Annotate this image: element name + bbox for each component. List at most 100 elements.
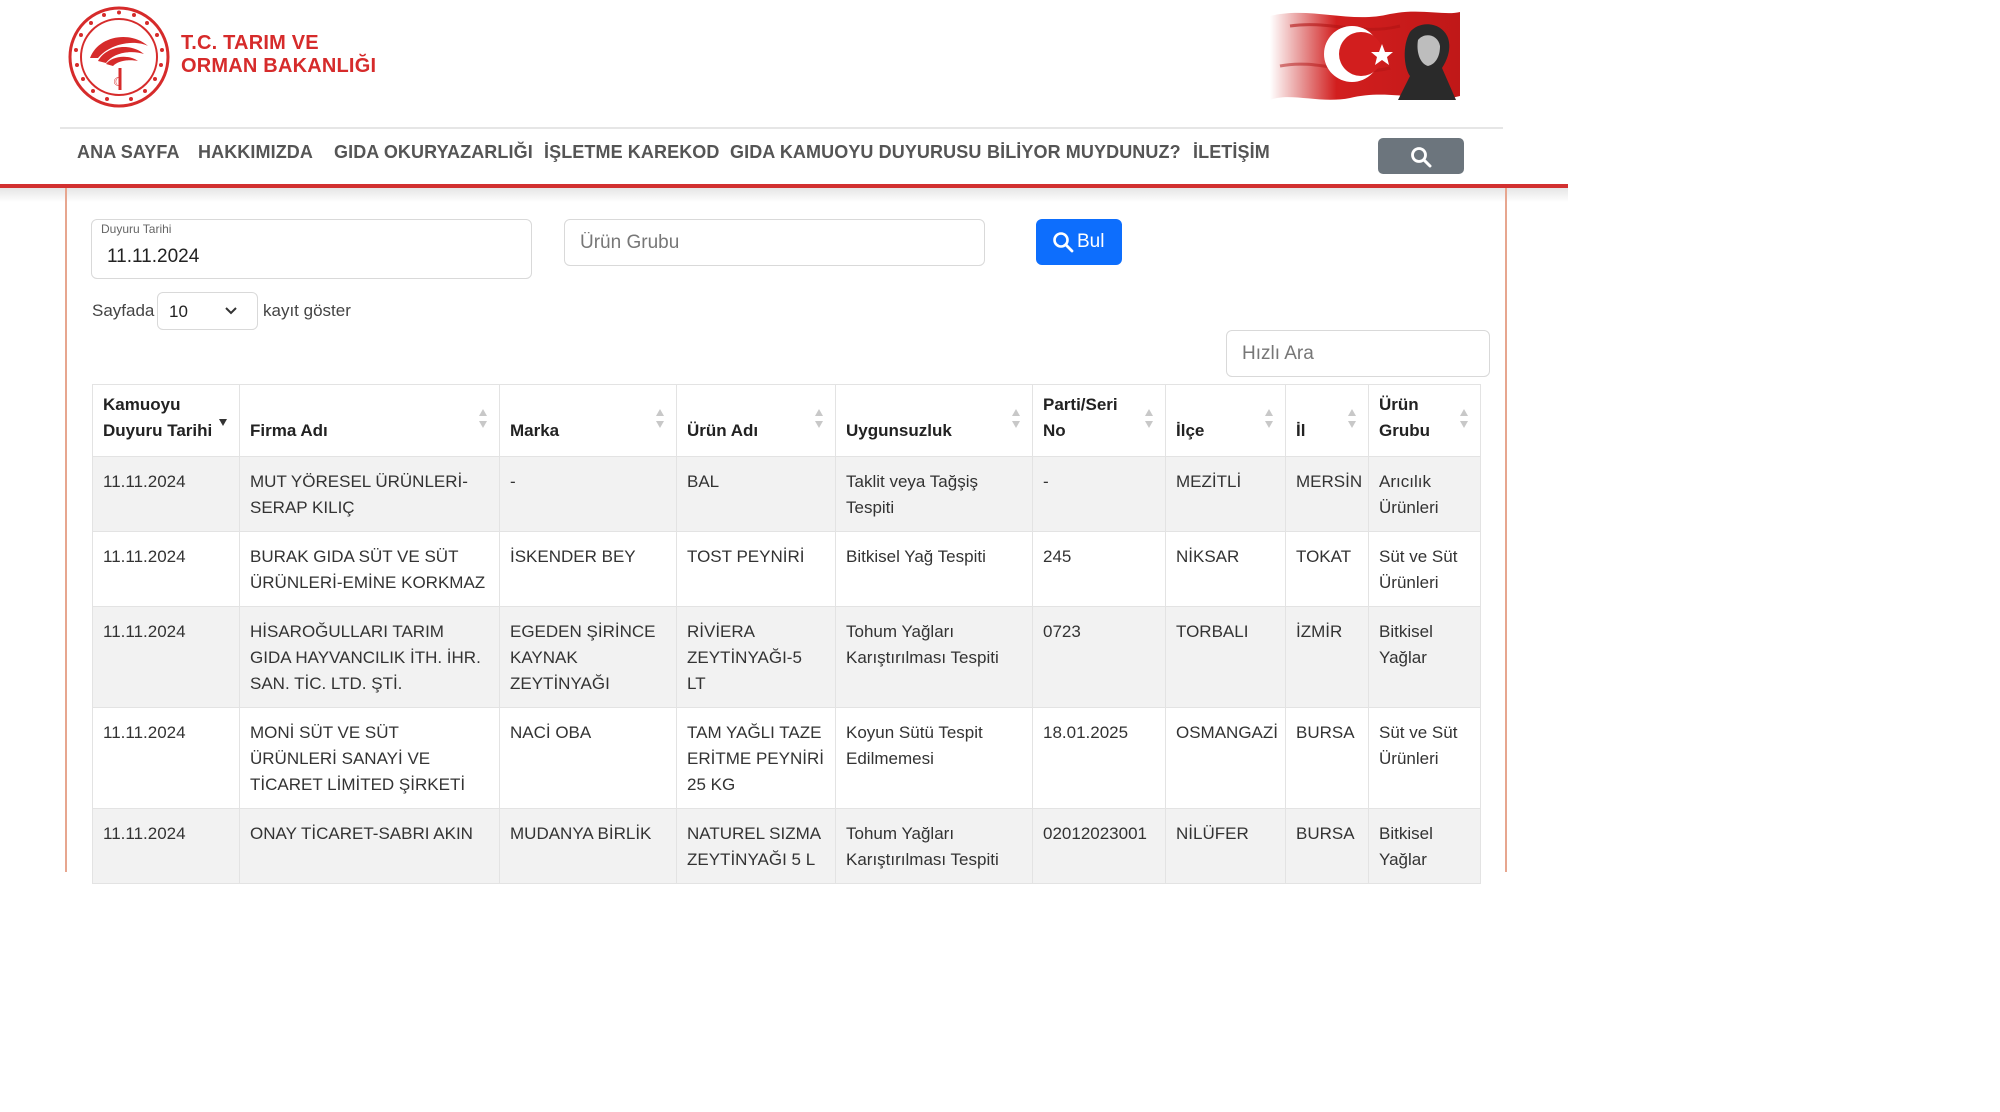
content-border-left bbox=[65, 188, 67, 872]
column-header-nonconformity[interactable]: Uygunsuzluk bbox=[835, 384, 1033, 457]
column-header-label: İlçe bbox=[1176, 421, 1205, 440]
find-button-label: Bul bbox=[1077, 231, 1105, 252]
ministry-name-line2: ORMAN BAKANLIĞI bbox=[181, 55, 377, 77]
cell-product-group: Süt ve Süt Ürünleri bbox=[1368, 531, 1481, 607]
nav-item-contact[interactable]: İLETİŞİM bbox=[1193, 142, 1270, 163]
table-header-row: Kamuoyu Duyuru Tarihi Firma Adı Marka Ür… bbox=[92, 384, 1481, 457]
column-header-label: Ürün Adı bbox=[687, 421, 759, 440]
cell-product: TOST PEYNİRİ bbox=[676, 531, 836, 607]
cell-batch-no: 0723 bbox=[1032, 606, 1166, 708]
cell-brand: NACİ OBA bbox=[499, 707, 677, 809]
table-row[interactable]: 11.11.2024 ONAY TİCARET-SABRI AKIN MUDAN… bbox=[92, 808, 1481, 884]
table-row[interactable]: 11.11.2024 MUT YÖRESEL ÜRÜNLERİ-SERAP KI… bbox=[92, 456, 1481, 532]
cell-brand: EGEDEN ŞİRİNCE KAYNAK ZEYTİNYAĞI bbox=[499, 606, 677, 708]
page-length-suffix: kayıt göster bbox=[263, 301, 351, 320]
table-row[interactable]: 11.11.2024 HİSAROĞULLARI TARIM GIDA HAYV… bbox=[92, 606, 1481, 708]
cell-company: ONAY TİCARET-SABRI AKIN bbox=[239, 808, 500, 884]
page-length-prefix: Sayfada bbox=[92, 301, 155, 320]
cell-district: NİKSAR bbox=[1165, 531, 1286, 607]
cell-nonconformity: Taklit veya Tağşiş Tespiti bbox=[835, 456, 1033, 532]
announcement-date-field[interactable]: Duyuru Tarihi 11.11.2024 bbox=[91, 219, 532, 279]
cell-product: NATUREL SIZMA ZEYTİNYAĞI 5 L bbox=[676, 808, 836, 884]
cell-nonconformity: Tohum Yağları Karıştırılması Tespiti bbox=[835, 808, 1033, 884]
column-header-batch-no[interactable]: Parti/Seri No bbox=[1032, 384, 1166, 457]
column-header-date[interactable]: Kamuoyu Duyuru Tarihi bbox=[92, 384, 240, 457]
ministry-logo[interactable]: ☾ bbox=[68, 6, 170, 108]
cell-province: BURSA bbox=[1285, 808, 1369, 884]
cell-province: İZMİR bbox=[1285, 606, 1369, 708]
column-header-district[interactable]: İlçe bbox=[1165, 384, 1286, 457]
sort-icon bbox=[479, 409, 489, 431]
cell-nonconformity: Koyun Sütü Tespit Edilmemesi bbox=[835, 707, 1033, 809]
cell-province: MERSİN bbox=[1285, 456, 1369, 532]
cell-company: MUT YÖRESEL ÜRÜNLERİ-SERAP KILIÇ bbox=[239, 456, 500, 532]
cell-batch-no: 245 bbox=[1032, 531, 1166, 607]
cell-date: 11.11.2024 bbox=[92, 707, 240, 809]
quick-search-input[interactable] bbox=[1226, 330, 1490, 377]
nav-item-did-you-know[interactable]: BİLİYOR MUYDUNUZ? bbox=[987, 142, 1181, 163]
cell-brand: MUDANYA BİRLİK bbox=[499, 808, 677, 884]
cell-batch-no: - bbox=[1032, 456, 1166, 532]
nav-item-business-qr[interactable]: İŞLETME KAREKOD bbox=[544, 142, 720, 163]
column-header-label: Kamuoyu Duyuru Tarihi bbox=[103, 395, 213, 440]
table-row[interactable]: 11.11.2024 BURAK GIDA SÜT VE SÜT ÜRÜNLER… bbox=[92, 531, 1481, 607]
ataturk-flag-banner bbox=[1270, 11, 1460, 101]
nav-item-about[interactable]: HAKKIMIZDA bbox=[198, 142, 313, 163]
product-group-input[interactable] bbox=[564, 219, 985, 266]
column-header-label: Ürün Grubu bbox=[1379, 395, 1430, 440]
page-length-value: 10 bbox=[169, 302, 188, 321]
page-length-select[interactable]: 10 bbox=[157, 292, 258, 330]
cell-company: HİSAROĞULLARI TARIM GIDA HAYVANCILIK İTH… bbox=[239, 606, 500, 708]
column-header-brand[interactable]: Marka bbox=[499, 384, 677, 457]
nav-item-public-announcement[interactable]: GIDA KAMUOYU DUYURUSU bbox=[730, 142, 981, 163]
cell-product-group: Süt ve Süt Ürünleri bbox=[1368, 707, 1481, 809]
header-divider bbox=[60, 127, 1503, 129]
cell-date: 11.11.2024 bbox=[92, 606, 240, 708]
chevron-down-icon bbox=[225, 307, 237, 315]
announcements-table: Kamuoyu Duyuru Tarihi Firma Adı Marka Ür… bbox=[92, 384, 1481, 884]
cell-district: TORBALI bbox=[1165, 606, 1286, 708]
search-icon bbox=[1053, 232, 1074, 253]
cell-batch-no: 02012023001 bbox=[1032, 808, 1166, 884]
search-icon bbox=[1411, 147, 1432, 168]
announcement-date-value[interactable]: 11.11.2024 bbox=[107, 246, 199, 268]
cell-date: 11.11.2024 bbox=[92, 808, 240, 884]
svg-text:☾: ☾ bbox=[113, 75, 124, 89]
nav-item-home[interactable]: ANA SAYFA bbox=[77, 142, 180, 163]
cell-nonconformity: Tohum Yağları Karıştırılması Tespiti bbox=[835, 606, 1033, 708]
sort-icon bbox=[1348, 409, 1358, 431]
ministry-name-line1: T.C. TARIM VE bbox=[181, 32, 319, 54]
column-header-company[interactable]: Firma Adı bbox=[239, 384, 500, 457]
cell-brand: - bbox=[499, 456, 677, 532]
cell-brand: İSKENDER BEY bbox=[499, 531, 677, 607]
cell-product-group: Bitkisel Yağlar bbox=[1368, 606, 1481, 708]
cell-district: NİLÜFER bbox=[1165, 808, 1286, 884]
column-header-label: Parti/Seri No bbox=[1043, 395, 1118, 440]
nav-search-button[interactable] bbox=[1378, 138, 1464, 174]
column-header-label: Marka bbox=[510, 421, 560, 440]
table-row[interactable]: 11.11.2024 MONİ SÜT VE SÜT ÜRÜNLERİ SANA… bbox=[92, 707, 1481, 809]
nav-shadow bbox=[0, 188, 1568, 202]
cell-batch-no: 18.01.2025 bbox=[1032, 707, 1166, 809]
column-header-product[interactable]: Ürün Adı bbox=[676, 384, 836, 457]
column-header-province[interactable]: İl bbox=[1285, 384, 1369, 457]
cell-product-group: Arıcılık Ürünleri bbox=[1368, 456, 1481, 532]
nav-item-food-literacy[interactable]: GIDA OKURYAZARLIĞI bbox=[334, 142, 533, 163]
site-header: ☾ T.C. TARIM VE ORMAN BAKANLIĞI bbox=[0, 0, 1568, 129]
column-header-label: İl bbox=[1296, 421, 1306, 440]
cell-company: MONİ SÜT VE SÜT ÜRÜNLERİ SANAYİ VE TİCAR… bbox=[239, 707, 500, 809]
announcement-date-label: Duyuru Tarihi bbox=[101, 222, 172, 236]
cell-product: RİVİERA ZEYTİNYAĞI-5 LT bbox=[676, 606, 836, 708]
cell-date: 11.11.2024 bbox=[92, 531, 240, 607]
column-header-label: Firma Adı bbox=[250, 421, 328, 440]
sort-icon bbox=[1460, 409, 1470, 431]
sort-icon bbox=[815, 409, 825, 431]
content-border-right bbox=[1505, 188, 1507, 872]
find-button[interactable]: Bul bbox=[1036, 219, 1122, 265]
column-header-product-group[interactable]: Ürün Grubu bbox=[1368, 384, 1481, 457]
cell-date: 11.11.2024 bbox=[92, 456, 240, 532]
sort-icon bbox=[1265, 409, 1275, 431]
cell-product: BAL bbox=[676, 456, 836, 532]
main-nav: ANA SAYFA HAKKIMIZDA GIDA OKURYAZARLIĞI … bbox=[0, 130, 1568, 185]
cell-district: MEZİTLİ bbox=[1165, 456, 1286, 532]
